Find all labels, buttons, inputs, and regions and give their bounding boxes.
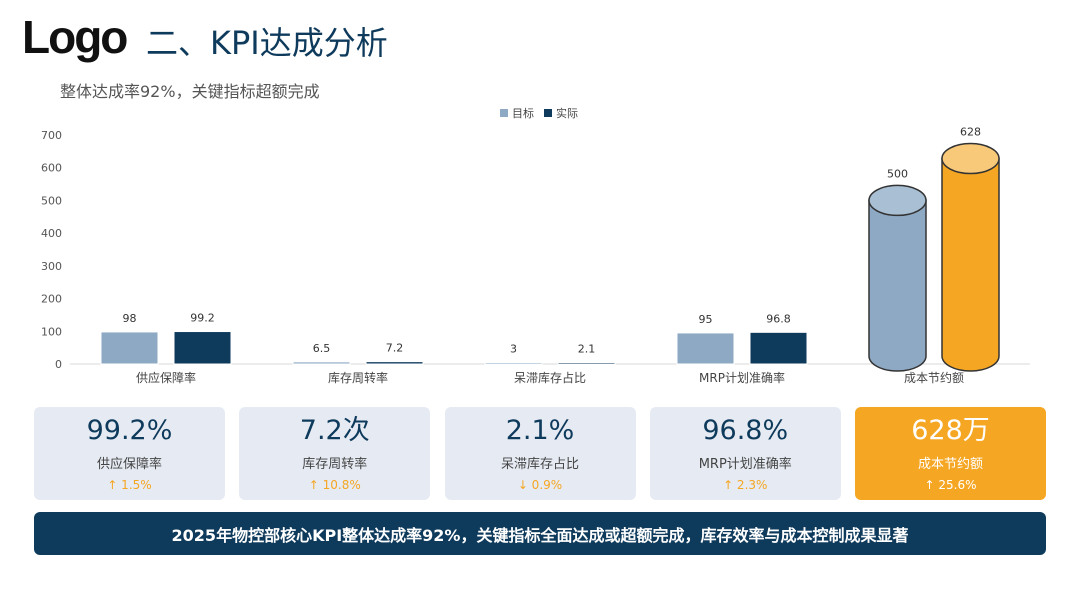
- bar-target: [484, 362, 543, 365]
- data-label: 500: [887, 167, 908, 180]
- page-title: 二、KPI达成分析: [146, 24, 388, 62]
- kpi-label: 呆滞库存占比: [500, 457, 579, 472]
- kpi-value: 96.8%: [702, 415, 789, 446]
- legend-label: 目标: [512, 106, 534, 120]
- bar-target: [676, 332, 735, 365]
- kpi-value: 628万: [911, 415, 990, 446]
- y-tick-label: 300: [41, 260, 62, 273]
- x-tick-label: MRP计划准确率: [699, 370, 785, 385]
- kpi-label: 供应保障率: [96, 457, 162, 472]
- kpi-change: ↑ 1.5%: [107, 478, 152, 492]
- bar-actual: [749, 331, 808, 365]
- y-tick-label: 200: [41, 293, 62, 306]
- kpi-label: 成本节约额: [917, 457, 983, 472]
- kpi-label: MRP计划准确率: [698, 457, 792, 472]
- data-label: 3: [510, 343, 517, 356]
- kpi-card-cost-saving: 628万 成本节约额 ↑ 25.6%: [855, 407, 1046, 500]
- data-label: 98: [123, 312, 137, 325]
- data-label: 95: [699, 313, 713, 326]
- bar-target: [292, 361, 351, 365]
- x-tick-label: 库存周转率: [328, 370, 388, 385]
- kpi-value: 7.2次: [299, 415, 370, 446]
- data-label: 628: [960, 126, 981, 139]
- kpi-card-mrp: 96.8% MRP计划准确率 ↑ 2.3%: [649, 407, 841, 500]
- kpi-cards: 99.2% 供应保障率 ↑ 1.5% 7.2次 库存周转率 ↑ 10.8% 2.…: [34, 407, 1046, 500]
- kpi-label: 库存周转率: [302, 457, 368, 472]
- y-tick-label: 500: [41, 194, 62, 207]
- kpi-card-supply: 99.2% 供应保障率 ↑ 1.5%: [34, 407, 225, 500]
- kpi-card-idle-stock: 2.1% 呆滞库存占比 ↓ 0.9%: [444, 407, 636, 500]
- kpi-bar-chart: 0 100 200 300 400 500 600 700 目标 实际 98 99.2 供应保障率 6.5…: [41, 106, 1030, 385]
- bar-cap-target: [868, 184, 927, 217]
- y-tick-label: 400: [41, 227, 62, 240]
- data-label: 96.8: [766, 312, 791, 325]
- bar-target: [868, 199, 927, 372]
- bar-actual: [365, 361, 424, 365]
- y-tick-label: 700: [41, 129, 62, 142]
- bar-target: [100, 331, 159, 365]
- x-tick-label: 呆滞库存占比: [514, 370, 586, 385]
- logo: Logo: [22, 11, 128, 63]
- legend-swatch: [544, 109, 552, 117]
- kpi-change: ↑ 25.6%: [924, 478, 977, 492]
- bar-cap-actual: [941, 142, 1000, 175]
- data-label: 2.1: [578, 343, 596, 356]
- x-tick-label: 供应保障率: [136, 370, 196, 385]
- bar-actual: [941, 157, 1000, 372]
- data-label: 6.5: [313, 342, 331, 355]
- page-subtitle: 整体达成率92%，关键指标超额完成: [60, 82, 320, 101]
- data-label: 99.2: [190, 312, 215, 325]
- kpi-card-turnover: 7.2次 库存周转率 ↑ 10.8%: [239, 407, 431, 500]
- data-label: 7.2: [386, 342, 404, 355]
- summary-banner: 2025年物控部核心KPI整体达成率92%，关键指标全面达成或超额完成，库存效率…: [34, 512, 1046, 555]
- y-tick-label: 600: [41, 162, 62, 175]
- bar-actual: [173, 331, 232, 365]
- y-tick-label: 0: [55, 358, 62, 371]
- kpi-value: 99.2%: [86, 415, 173, 446]
- legend-label: 实际: [556, 106, 578, 120]
- kpi-value: 2.1%: [505, 415, 575, 446]
- x-tick-label: 成本节约额: [904, 370, 964, 385]
- legend-swatch: [500, 109, 508, 117]
- kpi-change: ↓ 0.9%: [517, 478, 563, 492]
- kpi-change: ↑ 2.3%: [723, 478, 768, 492]
- bar-actual: [557, 362, 616, 365]
- kpi-change: ↑ 10.8%: [308, 478, 361, 492]
- y-tick-label: 100: [41, 325, 62, 338]
